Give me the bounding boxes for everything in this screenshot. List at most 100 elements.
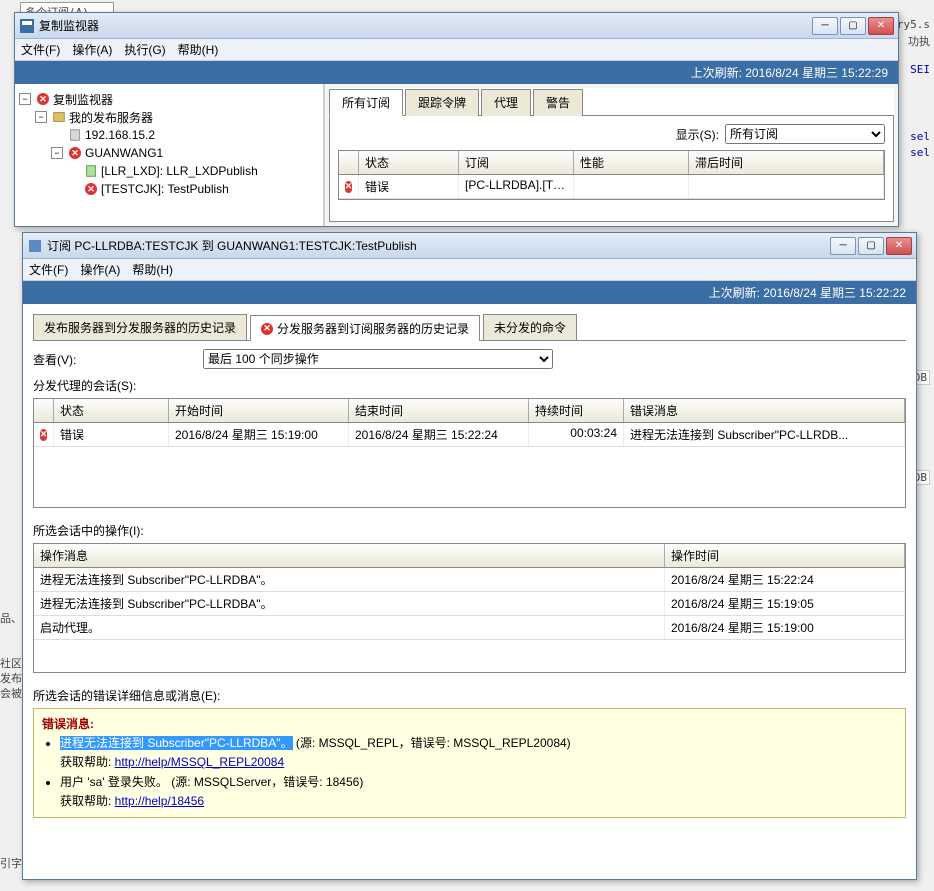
show-label: 显示(S): xyxy=(676,126,719,143)
maximize-button[interactable]: ▢ xyxy=(858,237,884,255)
cell-subscription: [PC-LLRDBA].[TE... xyxy=(459,175,574,198)
col-start[interactable]: 开始时间 xyxy=(169,399,349,422)
menubar: 文件(F) 操作(A) 帮助(H) xyxy=(23,259,916,281)
error-icon: ✕ xyxy=(34,423,54,446)
tab-label: 分发服务器到订阅服务器的历史记录 xyxy=(277,320,469,337)
menubar: 文件(F) 操作(A) 执行(G) 帮助(H) xyxy=(15,39,898,61)
error-source: (源: MSSQL_REPL，错误号: MSSQL_REPL20084) xyxy=(293,736,571,750)
tree-publication[interactable]: [LLR_LXD]: LLR_LXDPublish xyxy=(101,164,258,178)
help-link[interactable]: http://help/18456 xyxy=(115,794,204,808)
tab-dist-to-sub[interactable]: ✕ 分发服务器到订阅服务器的历史记录 xyxy=(250,315,480,341)
sessions-label: 分发代理的会话(S): xyxy=(33,377,906,394)
error-detail-box[interactable]: 错误消息: 进程无法连接到 Subscriber"PC-LLRDBA"。 (源:… xyxy=(33,708,906,818)
minimize-button[interactable]: ─ xyxy=(830,237,856,255)
error-icon: ✕ xyxy=(35,91,51,107)
tree-publishers[interactable]: 我的发布服务器 xyxy=(69,109,153,126)
table-row[interactable]: 启动代理。 2016/8/24 星期三 15:19:00 xyxy=(34,616,905,640)
maximize-button[interactable]: ▢ xyxy=(840,17,866,35)
menu-exec[interactable]: 执行(G) xyxy=(124,41,165,58)
error-icon: ✕ xyxy=(67,145,83,161)
col-latency[interactable]: 滞后时间 xyxy=(689,151,884,174)
app-icon xyxy=(27,238,43,254)
replication-monitor-window: 复制监视器 ─ ▢ ✕ 文件(F) 操作(A) 执行(G) 帮助(H) 上次刷新… xyxy=(14,12,899,227)
show-select[interactable]: 所有订阅 xyxy=(725,124,885,144)
view-select[interactable]: 最后 100 个同步操作 xyxy=(203,349,553,369)
col-action-time[interactable]: 操作时间 xyxy=(665,544,905,567)
error-highlight: 进程无法连接到 Subscriber"PC-LLRDBA"。 xyxy=(60,736,293,750)
cell-time: 2016/8/24 星期三 15:19:05 xyxy=(665,592,905,615)
subscription-detail-window: 订阅 PC-LLRDBA:TESTCJK 到 GUANWANG1:TESTCJK… xyxy=(22,232,917,880)
col-action-msg[interactable]: 操作消息 xyxy=(34,544,665,567)
cell-status: 错误 xyxy=(54,423,169,446)
tab-undistributed[interactable]: 未分发的命令 xyxy=(483,314,577,340)
menu-action[interactable]: 操作(A) xyxy=(72,41,112,58)
window-title: 复制监视器 xyxy=(39,17,812,34)
help-label: 获取帮助: xyxy=(60,794,115,808)
col-perf[interactable]: 性能 xyxy=(574,151,689,174)
menu-action[interactable]: 操作(A) xyxy=(80,261,120,278)
bg-text: 功执 xyxy=(908,33,930,49)
col-status[interactable]: 状态 xyxy=(359,151,459,174)
col-subscription[interactable]: 订阅 xyxy=(459,151,574,174)
titlebar[interactable]: 订阅 PC-LLRDBA:TESTCJK 到 GUANWANG1:TESTCJK… xyxy=(23,233,916,259)
status-bar: 上次刷新: 2016/8/24 星期三 15:22:22 xyxy=(23,281,916,304)
error-heading: 错误消息: xyxy=(42,715,897,734)
right-pane: 所有订阅 跟踪令牌 代理 警告 显示(S): 所有订阅 状态 订阅 性能 滞后时… xyxy=(325,84,898,226)
cell-end: 2016/8/24 星期三 15:22:24 xyxy=(349,423,529,446)
bg-text: 品、 xyxy=(0,610,22,626)
cell-error: 进程无法连接到 Subscriber"PC-LLRDB... xyxy=(624,423,905,446)
error-item: 进程无法连接到 Subscriber"PC-LLRDBA"。 (源: MSSQL… xyxy=(60,734,897,772)
sessions-grid[interactable]: 状态 开始时间 结束时间 持续时间 错误消息 ✕ 错误 2016/8/24 星期… xyxy=(33,398,906,508)
titlebar[interactable]: 复制监视器 ─ ▢ ✕ xyxy=(15,13,898,39)
col-end[interactable]: 结束时间 xyxy=(349,399,529,422)
close-button[interactable]: ✕ xyxy=(886,237,912,255)
tabs: 所有订阅 跟踪令牌 代理 警告 xyxy=(329,88,894,116)
server-group-icon xyxy=(51,109,67,125)
tree-ip[interactable]: 192.168.15.2 xyxy=(85,128,155,142)
cell-msg: 进程无法连接到 Subscriber"PC-LLRDBA"。 xyxy=(34,568,665,591)
server-icon xyxy=(67,127,83,143)
error-icon: ✕ xyxy=(83,181,99,197)
tab-tokens[interactable]: 跟踪令牌 xyxy=(405,89,479,116)
cell-time: 2016/8/24 星期三 15:19:00 xyxy=(665,616,905,639)
tab-warnings[interactable]: 警告 xyxy=(533,89,583,116)
col-duration[interactable]: 持续时间 xyxy=(529,399,624,422)
table-row[interactable]: 进程无法连接到 Subscriber"PC-LLRDBA"。 2016/8/24… xyxy=(34,568,905,592)
bg-text: 社区 xyxy=(0,655,22,671)
subscriptions-grid[interactable]: 状态 订阅 性能 滞后时间 ✕ 错误 [PC-LLRDBA].[TE... xyxy=(338,150,885,200)
cell-status: 错误 xyxy=(359,175,459,198)
minimize-button[interactable]: ─ xyxy=(812,17,838,35)
menu-file[interactable]: 文件(F) xyxy=(21,41,60,58)
menu-file[interactable]: 文件(F) xyxy=(29,261,68,278)
tree-pane[interactable]: − ✕ 复制监视器 − 我的发布服务器 192.168.15.2 − ✕ GUA… xyxy=(15,84,325,226)
actions-grid[interactable]: 操作消息 操作时间 进程无法连接到 Subscriber"PC-LLRDBA"。… xyxy=(33,543,906,673)
tree-server[interactable]: GUANWANG1 xyxy=(85,146,163,160)
error-text: 用户 'sa' 登录失败。 (源: MSSQLServer，错误号: 18456… xyxy=(60,775,363,789)
app-icon xyxy=(19,18,35,34)
tree-publication[interactable]: [TESTCJK]: TestPublish xyxy=(101,182,229,196)
error-detail-label: 所选会话的错误详细信息或消息(E): xyxy=(33,687,906,704)
bg-text: ry5.s xyxy=(897,18,930,31)
menu-help[interactable]: 帮助(H) xyxy=(132,261,173,278)
table-row[interactable]: 进程无法连接到 Subscriber"PC-LLRDBA"。 2016/8/24… xyxy=(34,592,905,616)
error-icon: ✕ xyxy=(339,175,359,198)
tree-root[interactable]: 复制监视器 xyxy=(53,91,113,108)
window-title: 订阅 PC-LLRDBA:TESTCJK 到 GUANWANG1:TESTCJK… xyxy=(47,237,830,254)
bg-text: SEI xyxy=(910,63,930,76)
tab-agents[interactable]: 代理 xyxy=(481,89,531,116)
col-error[interactable]: 错误消息 xyxy=(624,399,905,422)
help-label: 获取帮助: xyxy=(60,755,115,769)
help-link[interactable]: http://help/MSSQL_REPL20084 xyxy=(115,755,284,769)
menu-help[interactable]: 帮助(H) xyxy=(178,41,219,58)
publication-icon xyxy=(83,163,99,179)
table-row[interactable]: ✕ 错误 [PC-LLRDBA].[TE... xyxy=(339,175,884,199)
table-row[interactable]: ✕ 错误 2016/8/24 星期三 15:19:00 2016/8/24 星期… xyxy=(34,423,905,447)
col-status[interactable]: 状态 xyxy=(54,399,169,422)
tab-pub-to-dist[interactable]: 发布服务器到分发服务器的历史记录 xyxy=(33,314,247,340)
close-button[interactable]: ✕ xyxy=(868,17,894,35)
tree-toggle[interactable]: − xyxy=(19,93,31,105)
tab-all-subs[interactable]: 所有订阅 xyxy=(329,89,403,116)
tree-toggle[interactable]: − xyxy=(51,147,63,159)
view-label: 查看(V): xyxy=(33,351,203,368)
tree-toggle[interactable]: − xyxy=(35,111,47,123)
